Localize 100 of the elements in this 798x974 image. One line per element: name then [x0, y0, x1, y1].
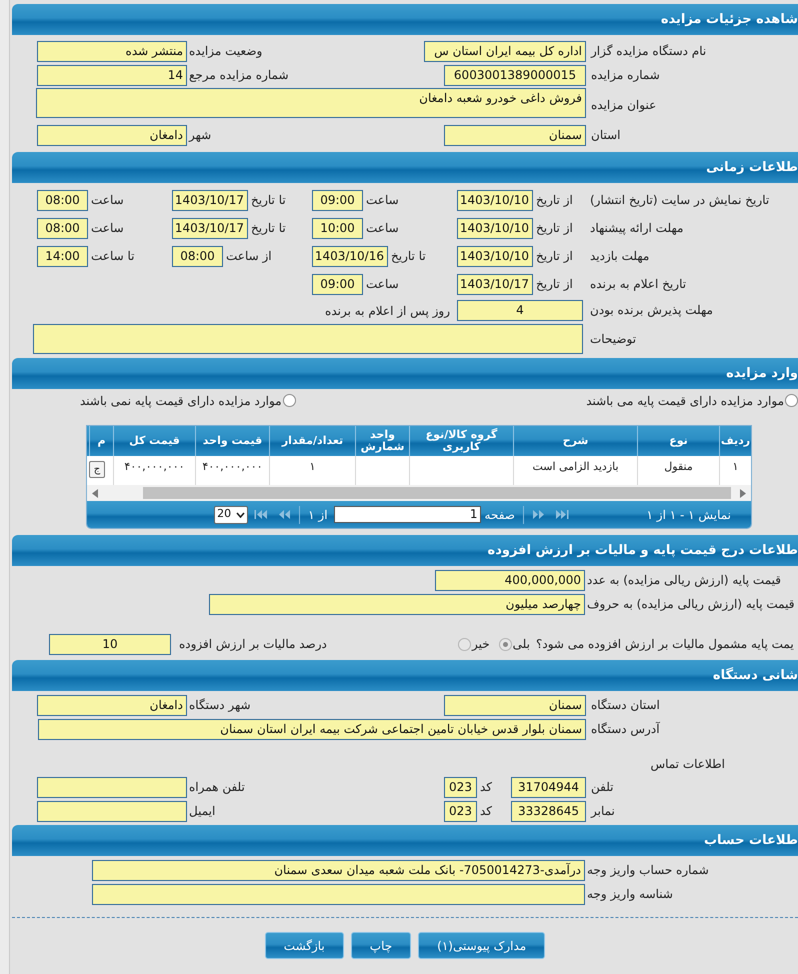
- field-label: نام دستگاه مزایده گزار: [591, 43, 706, 60]
- field-label: کد: [480, 779, 492, 796]
- text-field[interactable]: 09:00: [312, 190, 363, 210]
- chevron-down-icon: [236, 512, 246, 518]
- text-field[interactable]: 400,000,000: [435, 570, 585, 590]
- text-field[interactable]: 1403/10/17: [172, 190, 248, 210]
- text-field[interactable]: 14:00: [37, 246, 88, 266]
- text-field[interactable]: [92, 884, 585, 904]
- text-field[interactable]: 1403/10/17: [457, 274, 533, 294]
- field-label: ساعت: [91, 192, 124, 209]
- field-label: مهلت بازدید: [590, 248, 650, 265]
- next-page-icon[interactable]: [277, 510, 292, 519]
- first-page-icon[interactable]: [555, 510, 569, 519]
- scrollbar-thumb[interactable]: [143, 487, 731, 499]
- page-size-select[interactable]: 20: [214, 506, 248, 524]
- field-label: خیر: [472, 636, 490, 653]
- field-label: مهلت ارائه پیشنهاد: [590, 220, 684, 237]
- field-label: مهلت پذیرش برنده بودن: [590, 302, 713, 319]
- text-field[interactable]: 1403/10/10: [457, 190, 533, 210]
- text-field[interactable]: [33, 324, 583, 354]
- scroll-left-icon[interactable]: [91, 488, 99, 498]
- field-label: تلفن: [591, 779, 614, 796]
- radio-button[interactable]: [458, 638, 471, 650]
- text-field[interactable]: [37, 800, 187, 822]
- action-button[interactable]: چاپ: [350, 932, 412, 959]
- text-field[interactable]: 023: [444, 800, 477, 822]
- text-field[interactable]: 1403/10/10: [457, 218, 533, 238]
- field-label: کد: [480, 803, 492, 820]
- text-field[interactable]: 6003001389000015: [444, 64, 586, 86]
- action-button[interactable]: بازگشت: [264, 932, 344, 959]
- text-field[interactable]: 1403/10/10: [457, 246, 533, 266]
- text-field[interactable]: 08:00: [37, 218, 88, 238]
- text-field[interactable]: 33328645: [511, 800, 586, 822]
- text-field[interactable]: 08:00: [37, 190, 88, 210]
- field-label: شماره مزایده مرجع: [189, 67, 289, 84]
- text-field[interactable]: دامغان: [37, 694, 187, 716]
- text-field[interactable]: 10: [49, 634, 171, 654]
- last-page-icon[interactable]: [254, 510, 268, 519]
- text-field[interactable]: درآمدی-7050014273- بانک ملت شعبه میدان سعدی سمنان: [92, 860, 585, 880]
- text-field[interactable]: 14: [37, 64, 187, 86]
- field-label: موارد مزایده دارای قیمت پایه می باشند: [586, 392, 784, 410]
- text-field[interactable]: 023: [444, 776, 477, 798]
- field-label: تاریخ نمایش در سایت (تاریخ انتشار): [590, 192, 770, 209]
- text-field[interactable]: 1403/10/17: [172, 218, 248, 238]
- field-label: قیمت پایه (ارزش ریالی مزایده) به عدد: [587, 572, 782, 589]
- section-header: طلاعات حساب: [12, 825, 798, 856]
- field-label: از تاریخ: [536, 220, 573, 237]
- field-label: شماره حساب واریز وجه: [587, 862, 709, 879]
- row-action-button[interactable]: ج: [89, 461, 105, 478]
- field-label: تا تاریخ: [391, 248, 426, 265]
- section-header: طلاعات زمانی: [12, 152, 798, 183]
- field-label: ساعت: [91, 220, 124, 237]
- field-label: روز پس از اعلام به برنده: [325, 304, 450, 318]
- text-field[interactable]: فروش داغی خودرو شعبه دامغان: [36, 88, 586, 118]
- text-field[interactable]: 31704944: [511, 776, 586, 798]
- text-field[interactable]: 4: [457, 300, 583, 320]
- field-label: شهر دستگاه: [189, 697, 251, 714]
- horizontal-scrollbar[interactable]: [87, 485, 751, 501]
- text-field[interactable]: 10:00: [312, 218, 363, 238]
- contact-heading: اطلاعات تماس: [650, 756, 725, 773]
- radio-button[interactable]: [785, 394, 798, 407]
- text-field[interactable]: سمنان بلوار قدس خیابان تامین اجتماعی شرکت بیمه ایران استان سمنان: [38, 718, 586, 740]
- field-label: موارد مزایده دارای قیمت پایه نمی باشند: [80, 392, 282, 410]
- section-header: وارد مزایده: [12, 358, 798, 389]
- text-field[interactable]: چهارصد میلیون: [209, 594, 585, 614]
- field-label: از تاریخ: [536, 248, 573, 265]
- field-label: استان دستگاه: [591, 697, 660, 714]
- section-header: طلاعات درج قیمت پایه و مالیات بر ارزش افزوده: [12, 535, 798, 566]
- field-label: یمت پایه مشمول مالیات بر ارزش افزوده می شود؟: [536, 636, 794, 653]
- field-label: شهر: [189, 127, 212, 144]
- field-label: از تاریخ: [536, 276, 573, 293]
- field-label: تا ساعت: [91, 248, 134, 265]
- pager-summary: نمایش ۱ - ۱ از ۱: [646, 506, 731, 524]
- field-label: تاریخ اعلام به برنده: [590, 276, 686, 293]
- field-label: شماره مزایده: [591, 67, 660, 84]
- action-button[interactable]: مدارک پیوستی(۱): [418, 932, 546, 959]
- text-field[interactable]: 09:00: [312, 274, 363, 294]
- text-field[interactable]: منتشر شده: [37, 40, 187, 62]
- text-field[interactable]: سمنان: [444, 694, 586, 716]
- field-label: ساعت: [366, 220, 399, 237]
- field-label: ساعت: [366, 192, 399, 209]
- text-field[interactable]: اداره کل بیمه ایران استان س: [424, 40, 586, 62]
- field-label: از تاریخ: [536, 192, 573, 209]
- field-label: تلفن همراه: [189, 779, 245, 796]
- field-label: تا تاریخ: [251, 220, 286, 237]
- text-field[interactable]: 08:00: [172, 246, 223, 266]
- field-label: نمابر: [591, 803, 615, 820]
- text-field[interactable]: دامغان: [37, 124, 187, 146]
- text-field[interactable]: 1403/10/16: [312, 246, 388, 266]
- section-header: شاهده جزئیات مزایده: [12, 4, 798, 35]
- text-field[interactable]: سمنان: [444, 124, 586, 146]
- previous-page-icon[interactable]: [532, 510, 546, 519]
- page-input[interactable]: 1: [334, 506, 481, 523]
- field-label: بلی: [512, 636, 530, 653]
- page-label: صفحه: [484, 506, 515, 524]
- radio-button[interactable]: [498, 638, 512, 650]
- radio-button[interactable]: [282, 394, 296, 407]
- field-label: شناسه واریز وجه: [587, 886, 673, 903]
- text-field[interactable]: [37, 776, 187, 798]
- scroll-right-icon[interactable]: [739, 488, 747, 498]
